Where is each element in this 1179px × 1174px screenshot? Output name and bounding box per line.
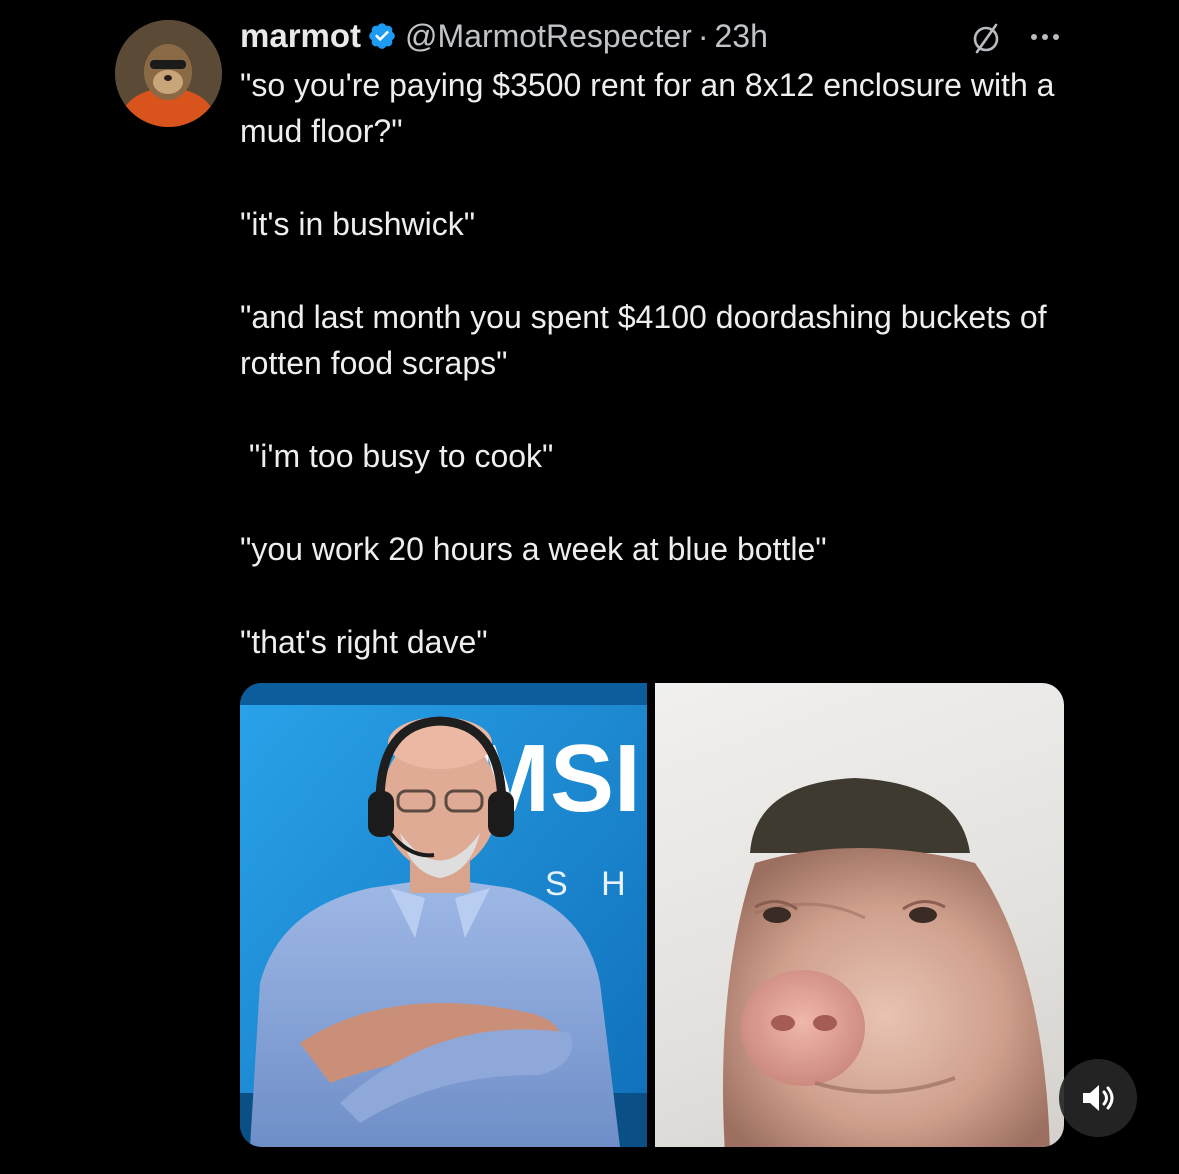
tweet-paragraph: "that's right dave" [240, 624, 488, 660]
backdrop-text-small: S H [545, 865, 638, 903]
tweet-media[interactable]: MSI S H [240, 683, 1064, 1147]
tweet-paragraph: "so you're paying $3500 rent for an 8x12… [240, 67, 1064, 149]
tweet-paragraph: "and last month you spent $4100 doordash… [240, 299, 1056, 381]
verified-badge-icon [367, 21, 397, 51]
marmot-avatar-icon [115, 20, 222, 127]
tweet-header: marmot @MarmotRespecter · 23h [240, 14, 768, 58]
man-with-headset-image: MSI S H [240, 683, 647, 1147]
author-handle[interactable]: @MarmotRespecter [405, 18, 692, 55]
more-options-icon[interactable] [1028, 24, 1062, 50]
sound-toggle-button[interactable] [1059, 1059, 1137, 1137]
tweet-paragraph: "it's in bushwick" [240, 206, 476, 242]
grok-icon[interactable] [970, 22, 1002, 54]
tweet-paragraph: "i'm too busy to cook" [240, 438, 554, 474]
author-avatar[interactable] [115, 20, 222, 127]
media-image-left[interactable]: MSI S H [240, 683, 647, 1147]
pig-with-buzz-cut-image [723, 778, 1050, 1147]
separator-dot: · [697, 17, 709, 54]
tweet[interactable]: marmot @MarmotRespecter · 23h "so you're… [0, 0, 1179, 1174]
media-image-right[interactable] [655, 683, 1064, 1147]
tweet-text: "so you're paying $3500 rent for an 8x12… [240, 62, 1100, 665]
author-display-name[interactable]: marmot [240, 17, 361, 55]
tweet-timestamp[interactable]: 23h [714, 18, 767, 55]
tweet-paragraph: "you work 20 hours a week at blue bottle… [240, 531, 827, 567]
speaker-icon [1083, 1085, 1114, 1111]
